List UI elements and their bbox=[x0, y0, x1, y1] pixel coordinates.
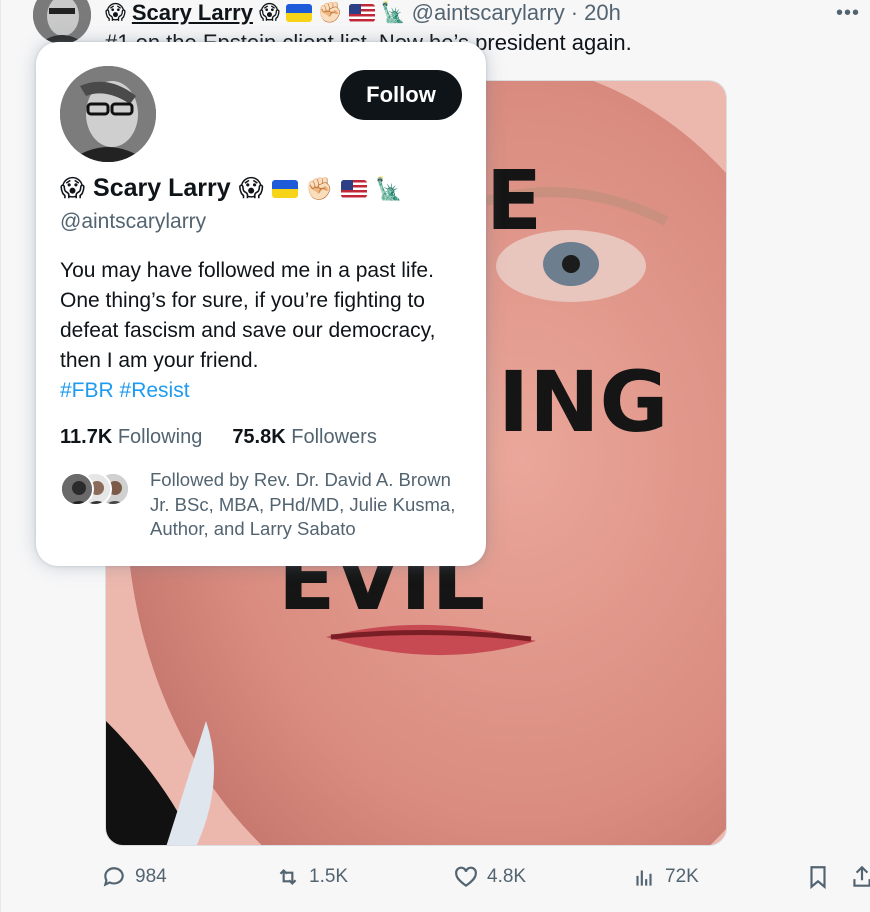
hover-card-name-row: 😱 Scary Larry 😱 ✊🏻 🗽 bbox=[60, 174, 402, 203]
repost-count: 1.5K bbox=[309, 866, 349, 887]
tweet-actions: 984 1.5K 4.8K 72K bbox=[101, 864, 870, 898]
views-button[interactable]: 72K bbox=[631, 864, 699, 890]
hover-card-display-name[interactable]: Scary Larry bbox=[93, 174, 231, 203]
hashtag-link[interactable]: #Resist bbox=[120, 379, 190, 402]
reply-icon bbox=[103, 867, 124, 887]
scream-emoji-icon: 😱 bbox=[238, 174, 264, 202]
share-icon bbox=[853, 865, 870, 887]
avatar-photo bbox=[33, 0, 91, 44]
scream-emoji-icon: 😱 bbox=[105, 2, 126, 24]
us-flag-icon bbox=[341, 179, 368, 198]
bio-text: You may have followed me in a past life.… bbox=[60, 259, 436, 372]
tweet-timestamp[interactable]: 20h bbox=[584, 0, 621, 26]
statue-of-liberty-icon: 🗽 bbox=[380, 2, 406, 24]
repost-button[interactable]: 1.5K bbox=[275, 864, 348, 890]
scream-emoji-icon: 😱 bbox=[258, 2, 280, 24]
follow-button[interactable]: Follow bbox=[340, 70, 462, 120]
tweet-avatar[interactable] bbox=[33, 0, 91, 44]
tweet-author-handle[interactable]: @aintscarylarry bbox=[412, 0, 565, 26]
ukraine-flag-icon bbox=[285, 4, 312, 22]
scream-emoji-icon: 😱 bbox=[60, 174, 86, 202]
more-dots-icon[interactable]: ••• bbox=[836, 2, 860, 25]
hover-card-stats: 11.7K Following 75.8K Followers bbox=[60, 426, 377, 449]
profile-hover-card: Follow 😱 Scary Larry 😱 ✊🏻 🗽 @aintscaryla… bbox=[36, 42, 486, 566]
raised-fist-icon: ✊🏻 bbox=[317, 2, 343, 24]
hover-card-bio: You may have followed me in a past life.… bbox=[60, 256, 470, 406]
us-flag-icon bbox=[348, 4, 375, 22]
bookmark-icon bbox=[810, 866, 826, 890]
hover-card-avatar[interactable] bbox=[60, 66, 156, 162]
tweet-header: 😱 Scary Larry 😱 ✊🏻 🗽 @aintscarylarry · 2… bbox=[105, 0, 621, 26]
followers-label: Followers bbox=[291, 426, 377, 448]
share-button[interactable] bbox=[849, 864, 870, 890]
raised-fist-icon: ✊🏻 bbox=[305, 175, 334, 201]
followed-by-text[interactable]: Followed by Rev. Dr. David A. Brown Jr. … bbox=[150, 468, 470, 542]
hover-card-handle[interactable]: @aintscarylarry bbox=[60, 210, 206, 234]
following-label: Following bbox=[117, 426, 203, 448]
like-count: 4.8K bbox=[487, 866, 527, 887]
heart-icon bbox=[455, 866, 477, 887]
view-count: 72K bbox=[665, 866, 699, 887]
reply-count: 984 bbox=[135, 866, 167, 887]
hashtag-link[interactable]: #FBR bbox=[60, 379, 114, 402]
avatar-photo bbox=[60, 66, 156, 162]
followers-count: 75.8K bbox=[232, 426, 286, 448]
statue-of-liberty-icon: 🗽 bbox=[375, 175, 403, 201]
avatar bbox=[60, 472, 94, 506]
followed-by-avatars[interactable] bbox=[60, 472, 132, 506]
reply-button[interactable]: 984 bbox=[101, 864, 167, 890]
image-text-line2: ING bbox=[498, 353, 669, 451]
following-stat[interactable]: 11.7K Following bbox=[60, 426, 202, 449]
followers-stat[interactable]: 75.8K Followers bbox=[232, 426, 377, 449]
bar-chart-icon bbox=[636, 870, 652, 886]
following-count: 11.7K bbox=[60, 426, 113, 448]
repost-icon bbox=[279, 868, 297, 886]
tweet-author-name[interactable]: Scary Larry bbox=[132, 0, 253, 26]
bookmark-button[interactable] bbox=[805, 864, 831, 890]
ukraine-flag-icon bbox=[271, 179, 298, 198]
image-text-line1: E bbox=[486, 154, 542, 249]
separator-dot: · bbox=[570, 0, 579, 25]
like-button[interactable]: 4.8K bbox=[453, 864, 526, 890]
